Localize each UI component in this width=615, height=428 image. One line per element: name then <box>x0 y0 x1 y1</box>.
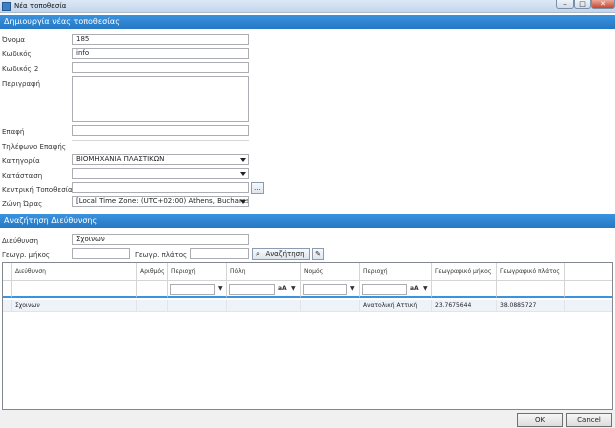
col-header-number[interactable]: Αριθμός <box>137 263 168 281</box>
filter-input-region[interactable] <box>362 284 407 295</box>
name-input[interactable]: 185 <box>72 34 249 45</box>
col-header-prefecture[interactable]: Νομός <box>301 263 360 281</box>
timezone-value: [Local Time Zone: (UTC+02:00) Athens, Bu… <box>76 197 249 205</box>
category-value: ΒΙΟΜΗΧΑΝΙΑ ΠΛΑΣΤΙΚΩΝ <box>76 155 165 163</box>
longitude-input[interactable] <box>72 248 130 259</box>
filter-filler <box>565 281 612 298</box>
col-header-area[interactable]: Περιοχή <box>168 263 227 281</box>
search-icon: ⌕ <box>256 250 260 258</box>
title-bar: Νέα τοποθεσία <box>0 0 615 13</box>
dialog-footer: OK Cancel <box>0 410 615 428</box>
status-label: Κατάσταση <box>2 172 43 180</box>
table-row-filler <box>565 300 612 312</box>
name-label: Όνομα <box>2 36 25 44</box>
chevron-down-icon <box>240 158 246 162</box>
row-indicator[interactable] <box>3 300 12 312</box>
cancel-button[interactable]: Cancel <box>566 413 612 427</box>
filter-cell-latitude <box>497 281 565 298</box>
grid-header-filler <box>565 263 612 281</box>
timezone-select[interactable]: [Local Time Zone: (UTC+02:00) Athens, Bu… <box>72 196 249 207</box>
central-location-input[interactable] <box>72 182 249 193</box>
search-button-label: Αναζήτηση <box>265 250 305 258</box>
chevron-down-icon <box>240 200 246 204</box>
code2-label: Κωδικός 2 <box>2 65 39 73</box>
filter-funnel-icon[interactable]: ▼ <box>350 285 355 292</box>
filter-cell-number <box>137 281 168 298</box>
col-header-city[interactable]: Πόλη <box>227 263 301 281</box>
description-textarea[interactable] <box>72 76 249 122</box>
col-header-address[interactable]: Διεύθυνση <box>12 263 137 281</box>
latitude-label: Γεωγρ. πλάτος <box>135 251 188 259</box>
filter-cell-region: aA ▼ <box>360 281 432 298</box>
filter-input-city[interactable] <box>229 284 275 295</box>
section-create-location: Δημιουργία νέας τοποθεσίας <box>0 15 615 29</box>
address-input[interactable]: Σχοινων <box>72 234 249 245</box>
table-row-number[interactable] <box>137 300 168 312</box>
results-grid: Διεύθυνση Αριθμός Περιοχή Πόλη Νομός Περ… <box>2 262 613 410</box>
filter-cell-longitude <box>432 281 497 298</box>
eraser-icon: ✎ <box>315 250 321 258</box>
longitude-label: Γεωγρ. μήκος <box>2 251 50 259</box>
table-row-address[interactable]: Σχοινων <box>12 300 137 312</box>
category-select[interactable]: ΒΙΟΜΗΧΑΝΙΑ ΠΛΑΣΤΙΚΩΝ <box>72 154 249 165</box>
section-address-search: Αναζήτηση Διεύθυνσης <box>0 214 615 228</box>
table-row-area[interactable] <box>168 300 227 312</box>
table-row-longitude[interactable]: 23.7675644 <box>432 300 497 312</box>
contact-phone-divider <box>72 140 249 151</box>
filter-input-area[interactable] <box>170 284 215 295</box>
table-row-city[interactable] <box>227 300 301 312</box>
table-row-latitude[interactable]: 38.0885727 <box>497 300 565 312</box>
table-row-region[interactable]: Ανατολική Αττική <box>360 300 432 312</box>
filter-cell-address <box>12 281 137 298</box>
filter-row-indicator <box>3 281 12 298</box>
col-header-latitude[interactable]: Γεωγραφικό πλάτος <box>497 263 565 281</box>
filter-funnel-icon[interactable]: ▼ <box>291 285 296 292</box>
filter-case-icon[interactable]: aA <box>278 285 287 292</box>
category-label: Κατηγορία <box>2 157 40 165</box>
table-row-prefecture[interactable] <box>301 300 360 312</box>
filter-cell-city: aA ▼ <box>227 281 301 298</box>
central-location-label: Κεντρική Τοποθεσία <box>2 186 73 194</box>
chevron-down-icon <box>240 172 246 176</box>
code-label: Κωδικός <box>2 50 32 58</box>
filter-cell-area: ▼ <box>168 281 227 298</box>
filter-funnel-icon[interactable]: ▼ <box>218 285 223 292</box>
filter-input-prefecture[interactable] <box>303 284 347 295</box>
filter-funnel-icon[interactable]: ▼ <box>423 285 428 292</box>
ok-button[interactable]: OK <box>517 413 563 427</box>
contact-input[interactable] <box>72 125 249 136</box>
contact-label: Επαφή <box>2 128 25 136</box>
filter-cell-prefecture: ▼ <box>301 281 360 298</box>
minimize-button[interactable]: – <box>556 0 574 9</box>
clear-search-button[interactable]: ✎ <box>312 248 324 260</box>
code-input[interactable]: info <box>72 48 249 59</box>
filter-case-icon[interactable]: aA <box>410 285 419 292</box>
timezone-label: Ζώνη Ώρας <box>2 200 43 208</box>
description-label: Περιγραφή <box>2 80 41 88</box>
contact-phone-label: Τηλέφωνο Επαφής <box>2 143 66 151</box>
central-location-browse-button[interactable]: ... <box>251 182 264 194</box>
grid-corner <box>3 263 12 281</box>
status-select[interactable] <box>72 168 249 179</box>
col-header-region[interactable]: Περιοχή <box>360 263 432 281</box>
close-button[interactable]: ✕ <box>591 0 615 9</box>
address-label: Διεύθυνση <box>2 237 39 245</box>
window-title: Νέα τοποθεσία <box>14 2 67 10</box>
code2-input[interactable] <box>72 62 249 73</box>
latitude-input[interactable] <box>190 248 249 259</box>
app-icon <box>2 2 11 11</box>
search-button[interactable]: ⌕ Αναζήτηση <box>252 248 310 260</box>
col-header-longitude[interactable]: Γεωγραφικό μήκος <box>432 263 497 281</box>
maximize-button[interactable]: □ <box>574 0 591 9</box>
